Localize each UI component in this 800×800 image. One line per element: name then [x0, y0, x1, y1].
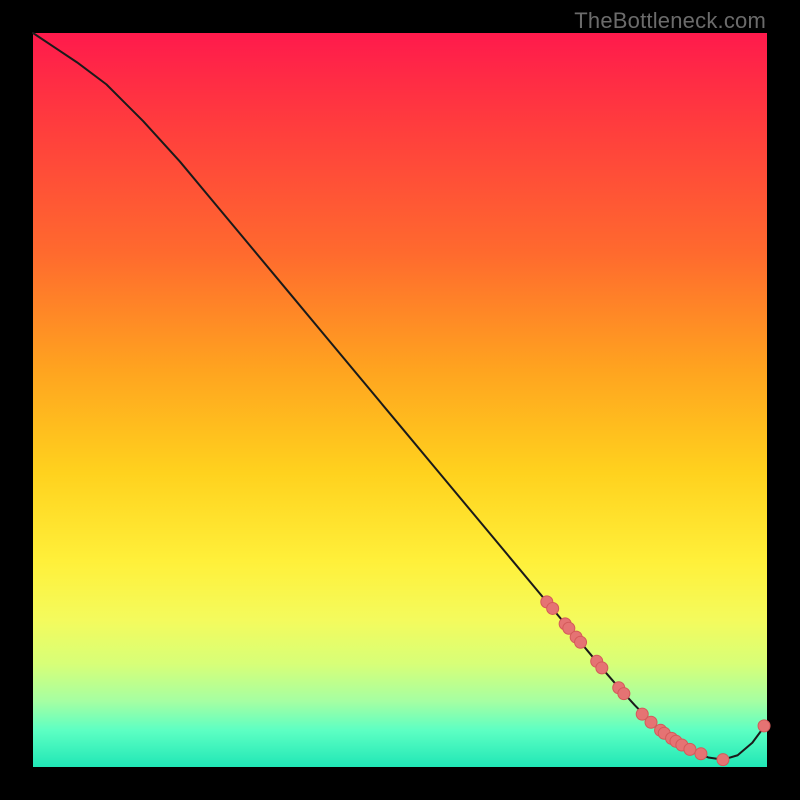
marker-point — [618, 688, 630, 700]
bottleneck-curve-path — [33, 33, 767, 760]
marker-point — [645, 716, 657, 728]
marker-point — [758, 720, 770, 732]
marker-point — [717, 754, 729, 766]
curve-svg — [33, 33, 767, 767]
marker-point — [596, 662, 608, 674]
plot-area — [33, 33, 767, 767]
marker-point — [575, 636, 587, 648]
chart-frame: TheBottleneck.com — [0, 0, 800, 800]
watermark-text: TheBottleneck.com — [574, 8, 766, 34]
marker-point — [547, 602, 559, 614]
marker-point — [684, 743, 696, 755]
marker-group — [541, 596, 770, 766]
marker-point — [695, 748, 707, 760]
